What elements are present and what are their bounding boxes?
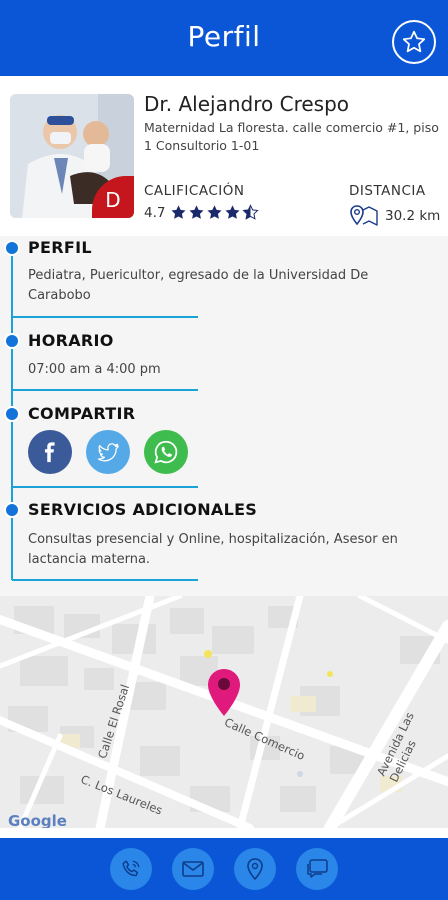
facebook-icon bbox=[44, 442, 55, 463]
section-title-compartir: COMPARTIR bbox=[28, 404, 136, 423]
timeline-dot bbox=[6, 504, 18, 516]
doctor-card: D Dr. Alejandro Crespo Maternidad La flo… bbox=[0, 76, 448, 236]
call-button[interactable] bbox=[110, 848, 152, 890]
directions-button[interactable] bbox=[234, 848, 276, 890]
section-divider bbox=[12, 389, 198, 391]
distance-value: 30.2 km bbox=[385, 208, 441, 224]
rating-label: CALIFICACIÓN bbox=[144, 183, 245, 199]
rating-stars bbox=[170, 204, 260, 221]
map-pin-icon bbox=[350, 205, 378, 226]
section-divider bbox=[12, 579, 198, 581]
whatsapp-icon bbox=[154, 440, 178, 464]
phone-icon bbox=[122, 860, 140, 877]
star-icon bbox=[207, 205, 222, 219]
doctor-name: Dr. Alejandro Crespo bbox=[144, 92, 350, 116]
page-title: Perfil bbox=[187, 20, 261, 53]
bottom-action-bar bbox=[0, 838, 448, 900]
google-logo: Google bbox=[8, 812, 67, 828]
doctor-photo: D bbox=[10, 94, 134, 218]
timeline-dot bbox=[6, 408, 18, 420]
distance-label: DISTANCIA bbox=[349, 183, 426, 199]
mail-icon bbox=[182, 861, 204, 877]
rating-value: 4.7 bbox=[144, 204, 166, 221]
chat-icon bbox=[307, 859, 328, 878]
rating-row: 4.7 bbox=[144, 204, 260, 221]
share-facebook-button[interactable] bbox=[28, 430, 72, 474]
chat-button[interactable] bbox=[296, 848, 338, 890]
section-text-horario: 07:00 am a 4:00 pm bbox=[28, 362, 161, 377]
section-text-perfil: Pediatra, Puericultor, egresado de la Un… bbox=[28, 268, 369, 303]
location-icon bbox=[247, 858, 263, 881]
twitter-icon bbox=[97, 443, 119, 462]
timeline-dot bbox=[6, 335, 18, 347]
app-header: Perfil bbox=[0, 0, 448, 76]
section-title-perfil: PERFIL bbox=[28, 238, 92, 257]
star-icon bbox=[189, 205, 204, 219]
profile-details: PERFIL Pediatra, Puericultor, egresado d… bbox=[0, 236, 448, 596]
section-title-servicios: SERVICIOS ADICIONALES bbox=[28, 500, 258, 519]
half-star-icon bbox=[242, 204, 260, 220]
email-button[interactable] bbox=[172, 848, 214, 890]
section-divider bbox=[12, 486, 198, 488]
star-icon bbox=[225, 205, 240, 219]
doctor-address: Maternidad La floresta. calle comercio #… bbox=[144, 120, 439, 153]
section-text-servicios: Consultas presencial y Online, hospitali… bbox=[28, 532, 398, 567]
section-divider bbox=[12, 316, 198, 318]
timeline-dot bbox=[6, 242, 18, 254]
distance-row: 30.2 km bbox=[349, 204, 440, 228]
share-twitter-button[interactable] bbox=[86, 430, 130, 474]
star-icon bbox=[171, 205, 186, 219]
location-map[interactable]: Calle Comercio Calle El Rosal C. Los Lau… bbox=[0, 596, 448, 828]
section-title-horario: HORARIO bbox=[28, 331, 114, 350]
share-whatsapp-button[interactable] bbox=[144, 430, 188, 474]
favorite-button[interactable] bbox=[392, 20, 436, 64]
star-icon bbox=[402, 30, 426, 53]
share-buttons bbox=[28, 430, 188, 474]
map-pin-marker[interactable] bbox=[207, 668, 241, 718]
